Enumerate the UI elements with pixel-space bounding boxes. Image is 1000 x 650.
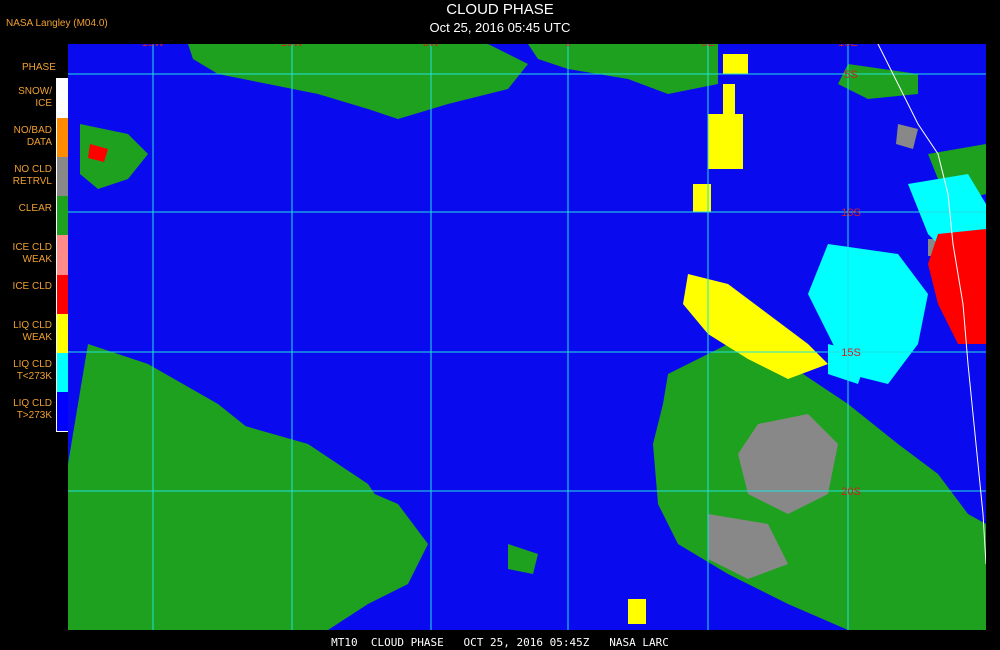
legend-title: PHASE xyxy=(22,62,56,73)
latitude-label: 20S xyxy=(841,486,861,498)
legend-label: LIQ CLD WEAK xyxy=(13,320,52,344)
org-label: NASA Langley (M04.0) xyxy=(6,18,108,29)
longitude-label: 5W xyxy=(423,44,440,49)
legend-label: CLEAR xyxy=(18,202,52,214)
legend-label: SNOW/ICE xyxy=(18,85,52,109)
legend-label: ICE CLD xyxy=(12,281,52,293)
map-title: CLOUD PHASE xyxy=(446,1,554,18)
map-subtitle: Oct 25, 2016 05:45 UTC xyxy=(429,20,571,35)
longitude-label: 5E xyxy=(701,44,714,49)
legend-label: LIQ CLD T<273K xyxy=(13,359,52,383)
legend-label: NO CLD RETRVL xyxy=(12,163,52,187)
latitude-label: 5S xyxy=(844,69,857,81)
longitude-label: 15W xyxy=(142,44,165,49)
longitude-label: 10W xyxy=(281,44,304,49)
legend-label: LIQ CLD T>273K xyxy=(13,398,52,422)
latitude-label: 15S xyxy=(841,347,861,359)
cloud-phase-map: 15W 10W 5W 0 5E 10E 5S 10S 15S 20S xyxy=(68,44,986,630)
legend-label: NO/BAD DATA xyxy=(13,124,52,148)
legend-label: ICE CLD WEAK xyxy=(12,242,52,265)
longitude-label: 10E xyxy=(838,44,858,49)
latitude-label: 10S xyxy=(841,207,861,219)
longitude-label: 0 xyxy=(565,44,571,49)
footer-caption: MT10 CLOUD PHASE OCT 25, 2016 05:45Z NAS… xyxy=(331,636,669,649)
